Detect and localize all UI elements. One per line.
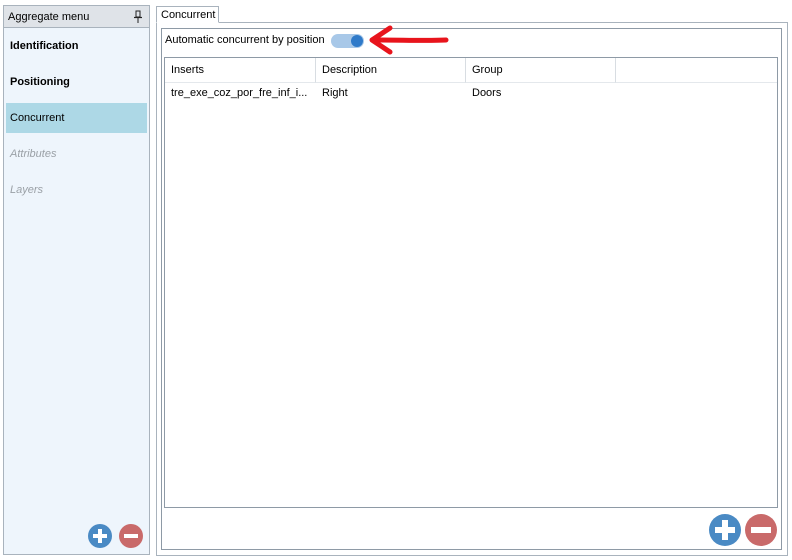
sidebar-item-attributes[interactable]: Attributes: [6, 139, 147, 169]
sidebar-item-positioning[interactable]: Positioning: [6, 67, 147, 97]
sidebar-item-label: Identification: [10, 40, 79, 52]
sidebar-item-label: Layers: [10, 184, 44, 196]
column-header-label: Group: [472, 64, 503, 76]
column-header-group[interactable]: Group: [466, 58, 616, 83]
grid-remove-button[interactable]: [745, 514, 777, 546]
column-header-label: Description: [322, 64, 378, 76]
sidebar-item-label: Positioning: [10, 76, 70, 88]
tab-strip: [156, 22, 788, 23]
auto-concurrent-label: Automatic concurrent by position: [165, 34, 325, 46]
aggregate-menu-panel: Aggregate menu Identification Positionin…: [3, 5, 150, 555]
concurrent-grid[interactable]: Inserts Description Group tre_exe_coz_po…: [164, 57, 778, 508]
grid-add-button[interactable]: [709, 514, 741, 546]
sidebar-item-identification[interactable]: Identification: [6, 31, 147, 61]
sidebar-item-layers[interactable]: Layers: [6, 175, 147, 205]
toggle-knob: [351, 35, 363, 47]
auto-concurrent-toggle[interactable]: [331, 34, 364, 48]
cell-group: Doors: [472, 87, 502, 99]
aggregate-menu-title: Aggregate menu: [8, 11, 90, 23]
column-header-inserts[interactable]: Inserts: [165, 58, 316, 83]
pin-icon[interactable]: [133, 10, 143, 24]
remove-icon: [745, 514, 777, 546]
cell-description: Right: [322, 87, 348, 99]
cell-inserts: tre_exe_coz_por_fre_inf_i...: [171, 87, 308, 99]
column-header-filler: [616, 58, 777, 83]
column-header-description[interactable]: Description: [316, 58, 466, 83]
sidebar-item-label: Concurrent: [10, 112, 65, 124]
tab-concurrent[interactable]: Concurrent: [156, 6, 219, 23]
aggregate-menu-header: Aggregate menu: [4, 6, 149, 28]
tab-label: Concurrent: [161, 9, 216, 21]
add-icon: [88, 524, 112, 548]
sidebar-item-concurrent[interactable]: Concurrent: [6, 103, 147, 133]
sidebar-remove-button[interactable]: [119, 524, 143, 548]
remove-icon: [119, 524, 143, 548]
add-icon: [709, 514, 741, 546]
column-header-label: Inserts: [171, 64, 205, 76]
sidebar-item-label: Attributes: [10, 148, 57, 160]
annotation-arrow-icon: [369, 25, 449, 55]
sidebar-add-button[interactable]: [88, 524, 112, 548]
